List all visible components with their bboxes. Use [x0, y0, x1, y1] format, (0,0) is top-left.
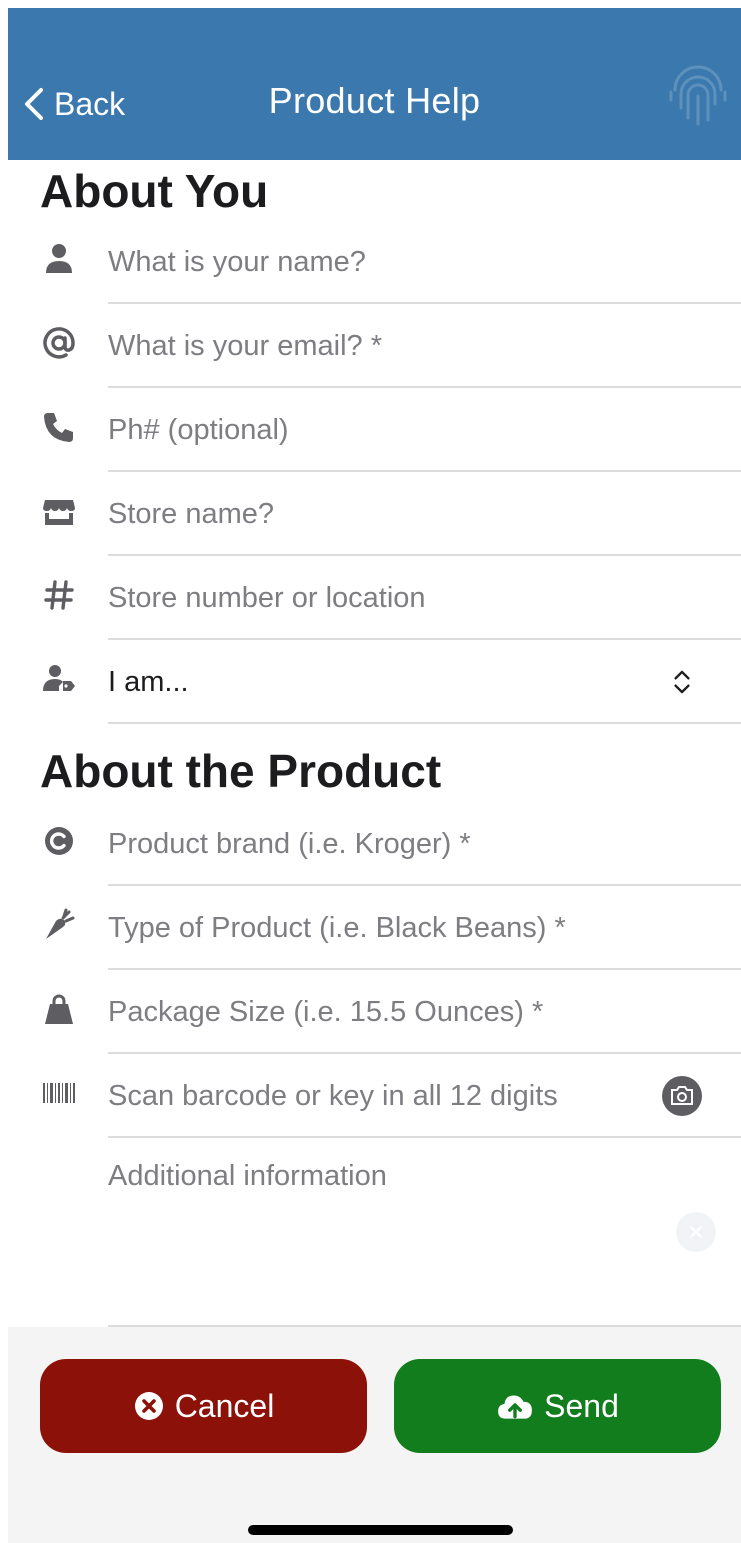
user-tag-icon — [40, 660, 78, 698]
package-size-field[interactable]: Package Size (i.e. 15.5 Ounces) * — [0, 970, 741, 1054]
hash-icon — [40, 576, 78, 614]
brand-field[interactable]: Product brand (i.e. Kroger) * — [0, 802, 741, 886]
barcode-icon — [40, 1074, 78, 1112]
status-strip — [0, 0, 741, 8]
clear-text-button[interactable] — [676, 1212, 716, 1252]
additional-info-textarea[interactable]: Additional information — [108, 1160, 387, 1193]
times-circle-icon — [134, 1392, 163, 1420]
store-number-placeholder: Store number or location — [108, 582, 426, 614]
barcode-placeholder: Scan barcode or key in all 12 digits — [108, 1080, 558, 1112]
nav-header: Back Product Help — [8, 8, 741, 160]
divider — [108, 722, 741, 724]
role-select[interactable]: I am... — [0, 640, 741, 724]
send-label: Send — [544, 1387, 619, 1424]
fingerprint-icon — [669, 65, 727, 126]
divider — [108, 1136, 741, 1138]
home-indicator — [248, 1525, 513, 1535]
brand-placeholder: Product brand (i.e. Kroger) * — [108, 828, 471, 860]
store-name-field[interactable]: Store name? — [0, 472, 741, 556]
close-icon — [690, 1226, 702, 1238]
store-number-field[interactable]: Store number or location — [0, 556, 741, 640]
email-field[interactable]: What is your email? * — [0, 304, 741, 388]
send-button[interactable]: Send — [394, 1359, 721, 1453]
person-icon — [40, 240, 78, 278]
bag-icon — [40, 990, 78, 1028]
chevron-up-down-icon — [661, 661, 703, 703]
copyright-icon — [40, 822, 78, 860]
cancel-label: Cancel — [174, 1387, 275, 1424]
email-placeholder: What is your email? * — [108, 330, 382, 362]
name-placeholder: What is your name? — [108, 246, 366, 278]
section-title-about-you: About You — [40, 165, 269, 217]
cancel-button[interactable]: Cancel — [40, 1359, 367, 1453]
store-name-placeholder: Store name? — [108, 498, 275, 530]
phone-placeholder: Ph# (optional) — [108, 414, 289, 446]
camera-button[interactable] — [661, 1075, 703, 1117]
page-title: Product Help — [268, 80, 481, 121]
carrot-icon — [40, 906, 78, 944]
role-select-value: I am... — [108, 666, 189, 698]
camera-icon — [662, 1076, 702, 1116]
section-title-about-product: About the Product — [40, 745, 442, 797]
cloud-upload-icon — [498, 1395, 533, 1419]
barcode-field[interactable]: Scan barcode or key in all 12 digits — [0, 1054, 741, 1138]
phone-icon — [40, 408, 78, 446]
product-type-field[interactable]: Type of Product (i.e. Black Beans) * — [0, 886, 741, 970]
product-type-placeholder: Type of Product (i.e. Black Beans) * — [108, 912, 566, 944]
at-icon — [40, 324, 78, 362]
store-icon — [40, 492, 78, 530]
name-field[interactable]: What is your name? — [0, 220, 741, 304]
package-size-placeholder: Package Size (i.e. 15.5 Ounces) * — [108, 996, 544, 1028]
phone-field[interactable]: Ph# (optional) — [0, 388, 741, 472]
